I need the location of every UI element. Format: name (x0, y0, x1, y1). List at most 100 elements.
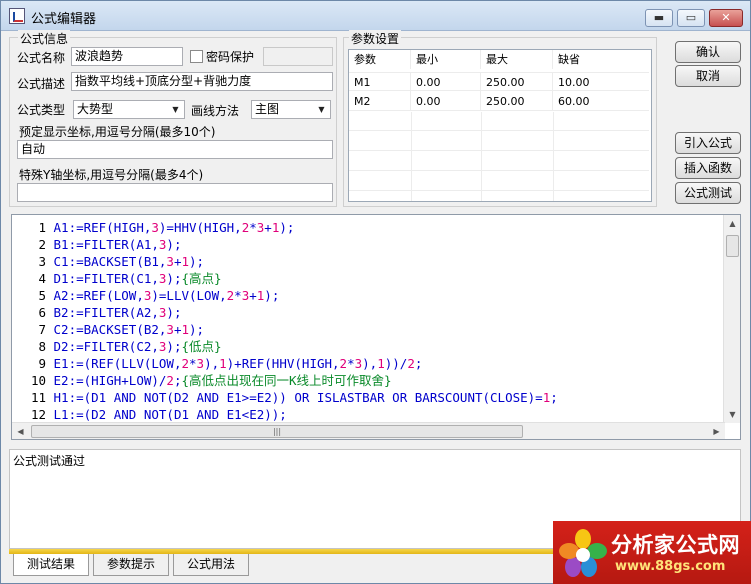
code-token: ), (362, 356, 378, 371)
code-token: ); (189, 254, 205, 269)
tab-param-hints[interactable]: 参数提示 (93, 554, 169, 576)
param-min[interactable]: 0.00 (411, 73, 481, 92)
code-token: H1:=(D1 AND NOT(D2 AND E1>=E2)) OR ISLAS… (53, 390, 543, 405)
code-line[interactable]: 9 E1:=(REF(LLV(LOW,2*3),1)+REF(HHV(HIGH,… (12, 355, 558, 372)
code-token: 3 (151, 220, 159, 235)
code-token: ))/ (384, 356, 408, 371)
table-row[interactable] (349, 132, 649, 151)
scroll-down-icon[interactable]: ▼ (724, 406, 740, 423)
tab-test-results[interactable]: 测试结果 (13, 554, 89, 576)
table-row[interactable] (349, 172, 649, 191)
code-line[interactable]: 12 L1:=(D2 AND NOT(D1 AND E1<E2)); (12, 406, 558, 423)
chevron-down-icon: ▼ (172, 105, 179, 114)
line-number: 4 (38, 271, 46, 286)
code-token: C1:=BACKSET(B1, (53, 254, 167, 269)
y-axis-coords-input[interactable] (17, 183, 333, 202)
code-token: D1:=FILTER(C1, (53, 271, 159, 286)
param-max[interactable]: 250.00 (481, 73, 553, 92)
code-token: E2:=(HIGH+LOW)/ (53, 373, 167, 388)
scroll-left-icon[interactable]: ◀ (12, 423, 29, 439)
formula-desc-input[interactable]: 指数平均线+顶底分型+背驰力度 (71, 72, 333, 91)
table-row[interactable]: M2 0.00 250.00 60.00 (349, 92, 649, 111)
code-lines[interactable]: 1 A1:=REF(HIGH,3)=HHV(HIGH,2*3+1); 2 B1:=… (12, 219, 558, 423)
line-number: 12 (30, 407, 46, 422)
code-token: ; (414, 356, 423, 371)
formula-name-label: 公式名称 (17, 51, 66, 65)
param-min[interactable]: 0.00 (411, 92, 481, 111)
code-line[interactable]: 8 D2:=FILTER(C2,3);{低点} (12, 338, 558, 355)
params-table[interactable]: 参数 最小 最大 缺省 M1 0.00 250.00 10.00 M2 0.00… (348, 49, 652, 202)
vertical-scroll-thumb[interactable] (726, 235, 739, 257)
code-line[interactable]: 3 C1:=BACKSET(B1,3+1); (12, 253, 558, 270)
code-token: 1 (219, 356, 227, 371)
code-token: {高点} (181, 271, 222, 286)
import-formula-button[interactable]: 引入公式 (675, 132, 741, 154)
code-token: * (249, 220, 257, 235)
formula-type-select[interactable]: 大势型 ▼ (73, 100, 185, 119)
cancel-button[interactable]: 取消 (675, 65, 741, 87)
code-token: L1:=(D2 AND NOT(D1 AND E1<E2)); (53, 407, 287, 422)
code-token: + (249, 288, 257, 303)
param-name: M2 (349, 92, 411, 111)
code-token: D2:=FILTER(C2, (53, 339, 159, 354)
horizontal-scroll-thumb[interactable]: ||| (31, 425, 523, 438)
draw-method-label: 画线方法 (191, 104, 240, 118)
code-line[interactable]: 7 C2:=BACKSET(B2,3+1); (12, 321, 558, 338)
draw-method-value: 主图 (255, 102, 280, 116)
horizontal-scrollbar[interactable]: ◀ ||| ▶ (12, 422, 725, 439)
params-header-name: 参数 (349, 50, 411, 69)
display-coords-input[interactable]: 自动 (17, 140, 333, 159)
close-button[interactable]: ✕ (709, 9, 743, 27)
code-token: ); (189, 322, 205, 337)
code-line[interactable]: 5 A2:=REF(LOW,3)=LLV(LOW,2*3+1); (12, 287, 558, 304)
chevron-down-icon: ▼ (318, 105, 325, 114)
params-header-default: 缺省 (553, 50, 651, 69)
code-token: ); (166, 237, 182, 252)
insert-function-button[interactable]: 插入函数 (675, 157, 741, 179)
test-formula-button[interactable]: 公式测试 (675, 182, 741, 204)
formula-name-input[interactable]: 波浪趋势 (71, 47, 183, 66)
table-row[interactable] (349, 112, 649, 131)
ok-button[interactable]: 确认 (675, 41, 741, 63)
param-max[interactable]: 250.00 (481, 92, 553, 111)
code-token: A2:=REF(LOW, (53, 288, 144, 303)
code-token: ); (264, 288, 280, 303)
code-line[interactable]: 10 E2:=(HIGH+LOW)/2;{高低点出现在同一K线上时可作取舍} (12, 372, 558, 389)
scroll-right-icon[interactable]: ▶ (708, 423, 725, 439)
code-token: )+REF(HHV(HIGH, (226, 356, 340, 371)
scroll-up-icon[interactable]: ▲ (724, 215, 740, 232)
code-line[interactable]: 6 B2:=FILTER(A2,3); (12, 304, 558, 321)
code-line[interactable]: 1 A1:=REF(HIGH,3)=HHV(HIGH,2*3+1); (12, 219, 558, 236)
table-row[interactable] (349, 152, 649, 171)
code-token: + (264, 220, 272, 235)
code-token: 3 (196, 356, 205, 371)
title-bar[interactable]: 公式编辑器 ▬ ▭ ✕ (1, 1, 750, 31)
tab-formula-usage[interactable]: 公式用法 (173, 554, 249, 576)
line-number: 2 (38, 237, 46, 252)
code-token: ; (550, 390, 558, 405)
code-token: B2:=FILTER(A2, (53, 305, 159, 320)
code-token: E1:=(REF(LLV(LOW, (53, 356, 182, 371)
password-checkbox[interactable] (190, 50, 203, 63)
line-number: 7 (38, 322, 46, 337)
code-token: 2 (339, 356, 348, 371)
table-row[interactable]: M1 0.00 250.00 10.00 (349, 72, 651, 92)
maximize-button[interactable]: ▭ (677, 9, 705, 27)
app-icon (9, 8, 25, 24)
code-token: ), (204, 356, 220, 371)
vertical-scrollbar[interactable]: ▲ ▼ (723, 215, 740, 423)
code-line[interactable]: 2 B1:=FILTER(A1,3); (12, 236, 558, 253)
line-number: 11 (30, 390, 46, 405)
code-line[interactable]: 11 H1:=(D1 AND NOT(D2 AND E1>=E2)) OR IS… (12, 389, 558, 406)
code-token: 1 (181, 322, 190, 337)
param-default[interactable]: 10.00 (553, 73, 651, 92)
code-token: * (189, 356, 197, 371)
code-token: ); (166, 271, 182, 286)
param-default[interactable]: 60.00 (553, 92, 651, 111)
draw-method-select[interactable]: 主图 ▼ (251, 100, 331, 119)
password-input (263, 47, 333, 66)
minimize-button[interactable]: ▬ (645, 9, 673, 27)
code-token: 3 (354, 356, 363, 371)
code-editor[interactable]: 1 A1:=REF(HIGH,3)=HHV(HIGH,2*3+1); 2 B1:=… (11, 214, 741, 440)
code-line[interactable]: 4 D1:=FILTER(C1,3);{高点} (12, 270, 558, 287)
